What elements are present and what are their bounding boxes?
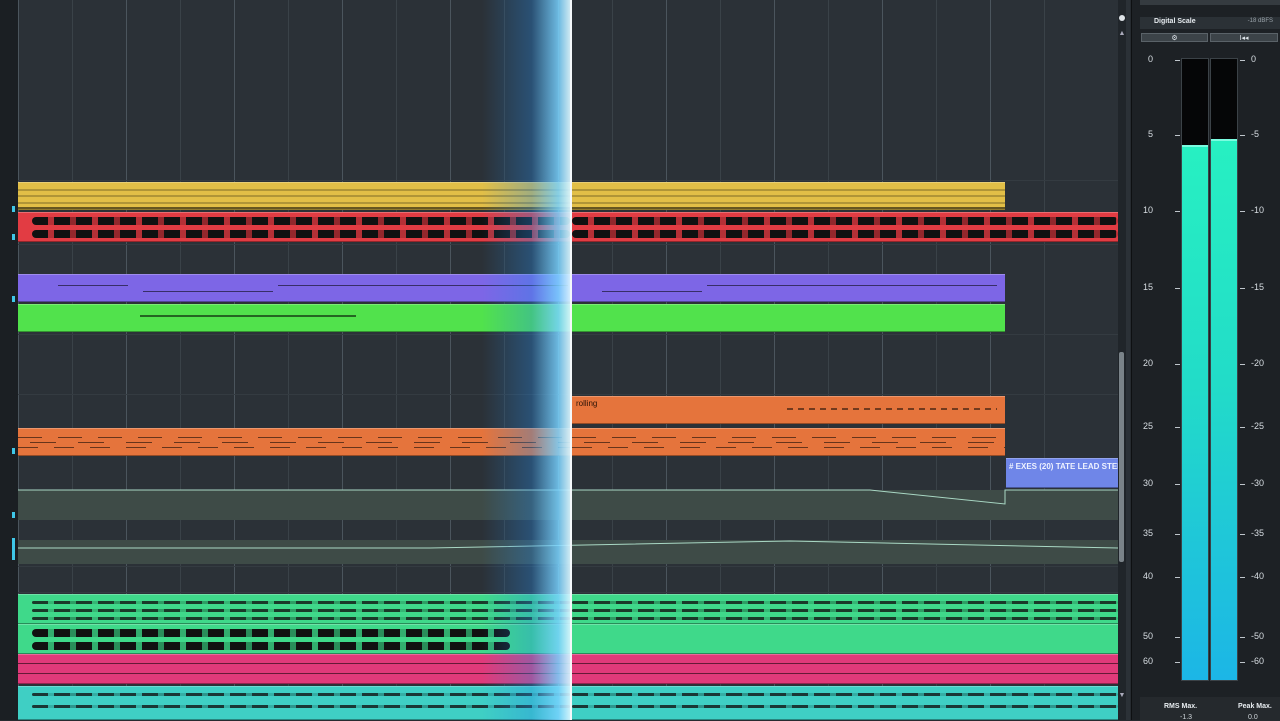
playhead-cursor[interactable] — [570, 0, 572, 720]
scale-label-left: 5 — [1147, 129, 1153, 139]
scroll-up-icon[interactable]: ▲ — [1118, 30, 1126, 37]
scale-label-right: -15 — [1251, 282, 1265, 292]
scale-label-left: 60 — [1142, 656, 1153, 666]
scale-label-left: 30 — [1142, 478, 1153, 488]
peak-hold-left — [1182, 144, 1208, 147]
audio-part-mint[interactable] — [18, 594, 570, 624]
scale-tick — [1240, 427, 1245, 428]
scale-tick — [1175, 637, 1180, 638]
scale-label-left: 10 — [1142, 205, 1153, 215]
scale-tick — [1175, 60, 1180, 61]
audio-part-mint[interactable] — [572, 594, 1118, 624]
scale-tick — [1175, 534, 1180, 535]
peak-max-label: Peak Max. — [1238, 703, 1272, 710]
scale-tick — [1240, 662, 1245, 663]
scale-label-left: 25 — [1142, 421, 1153, 431]
scale-tick — [1240, 577, 1245, 578]
peak-hold-right — [1211, 138, 1237, 141]
scale-tick — [1240, 60, 1245, 61]
meter-footer: RMS Max. Peak Max. -1.3 0.0 — [1140, 697, 1280, 721]
meter-fill-left — [1182, 144, 1208, 680]
scale-label-left: 50 — [1142, 631, 1153, 641]
rms-max-label: RMS Max. — [1164, 703, 1198, 710]
meter-top-bar — [1140, 0, 1280, 5]
scale-tick — [1175, 364, 1180, 365]
scale-label-right: -20 — [1251, 358, 1265, 368]
scale-tick — [1240, 484, 1245, 485]
vertical-scrollbar[interactable]: ▲ ▼ — [1118, 0, 1126, 720]
scale-label-left: 35 — [1142, 528, 1153, 538]
scale-tick — [1175, 211, 1180, 212]
reset-icon[interactable]: I◂◂ — [1210, 33, 1278, 42]
audio-part-mint[interactable] — [18, 624, 570, 654]
scale-label-right: -60 — [1251, 656, 1265, 666]
scale-tick — [1175, 577, 1180, 578]
meter-panel: Digital Scale -18 dBFS ⚙ I◂◂ RMS Max. Pe… — [1131, 0, 1280, 721]
meter-bar-right — [1210, 58, 1238, 681]
scale-tick — [1175, 427, 1180, 428]
scale-tick — [1240, 135, 1245, 136]
scale-label-left: 40 — [1142, 571, 1153, 581]
scale-label-right: -5 — [1251, 129, 1260, 139]
meter-title: Digital Scale — [1154, 18, 1196, 25]
meter-fill-right — [1211, 138, 1237, 680]
scale-label-right: -25 — [1251, 421, 1265, 431]
meter-reference-level: -18 dBFS — [1247, 18, 1273, 24]
scale-label-left: 15 — [1142, 282, 1153, 292]
scale-tick — [1175, 288, 1180, 289]
scale-label-right: -50 — [1251, 631, 1265, 641]
meter-header: Digital Scale -18 dBFS — [1140, 17, 1280, 29]
scale-tick — [1240, 637, 1245, 638]
scrollbar-thumb[interactable] — [1119, 352, 1124, 562]
arrange-window: rolling # EXES (20) TATE LEAD STEM (i — [0, 0, 1130, 720]
scale-label-right: 0 — [1251, 54, 1257, 64]
audio-part-pink[interactable] — [572, 654, 1118, 684]
audio-part-pink[interactable] — [18, 654, 570, 684]
meter-bar-left — [1181, 58, 1209, 681]
audio-part-cyan[interactable] — [18, 686, 570, 720]
scale-label-right: -40 — [1251, 571, 1265, 581]
scale-label-right: -30 — [1251, 478, 1265, 488]
scale-tick — [1240, 534, 1245, 535]
scale-label-left: 20 — [1142, 358, 1153, 368]
scale-tick — [1175, 662, 1180, 663]
scale-label-left: 0 — [1147, 54, 1153, 64]
audio-part-mint[interactable] — [572, 624, 1118, 654]
scroll-down-icon[interactable]: ▼ — [1118, 692, 1126, 699]
scale-label-right: -35 — [1251, 528, 1265, 538]
scale-label-right: -10 — [1251, 205, 1265, 215]
scale-tick — [1175, 484, 1180, 485]
scale-tick — [1175, 135, 1180, 136]
audio-part-cyan[interactable] — [572, 686, 1118, 720]
gear-icon[interactable]: ⚙ — [1141, 33, 1208, 42]
scale-tick — [1240, 211, 1245, 212]
scale-tick — [1240, 364, 1245, 365]
scroll-indicator-dot — [1119, 15, 1125, 21]
scale-tick — [1240, 288, 1245, 289]
